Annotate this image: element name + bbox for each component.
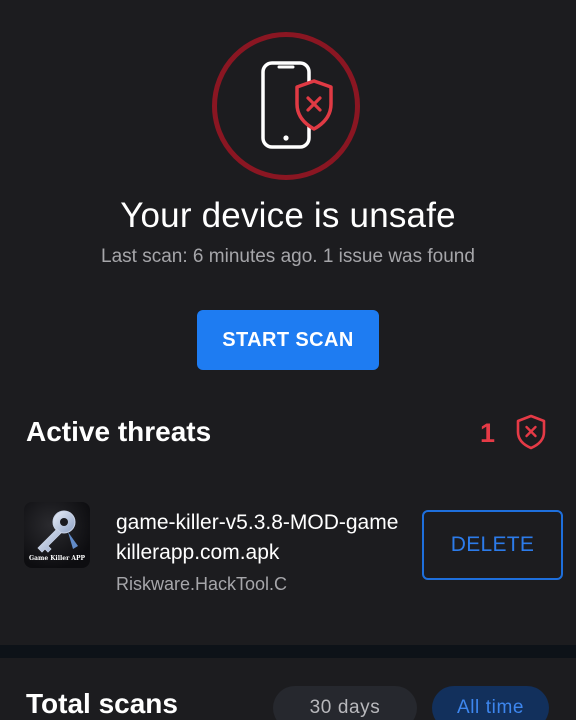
filter-30-days[interactable]: 30 days <box>273 686 417 720</box>
active-threats-title: Active threats <box>26 416 212 447</box>
threat-file-name: game-killer-v5.3.8-MOD-gamekillerapp.com… <box>116 511 399 564</box>
threat-type: Riskware.HackTool.C <box>116 574 288 594</box>
app-icon-caption: Game Killer APP <box>28 555 86 562</box>
security-app-screen: Your device is unsafe Last scan: 6 minut… <box>0 0 576 720</box>
threat-count: 1 <box>480 418 496 448</box>
section-divider <box>0 645 576 658</box>
total-scans-title: Total scans <box>26 688 178 719</box>
filter-all-time[interactable]: All time <box>432 686 549 720</box>
start-scan-button[interactable]: START SCAN <box>197 310 379 370</box>
status-title: Your device is unsafe <box>120 196 456 235</box>
game-killer-app-icon: Game Killer APP <box>24 502 90 568</box>
last-scan-text: Last scan: 6 minutes ago. 1 issue was fo… <box>101 246 475 267</box>
phone-shield-x-icon <box>261 61 333 149</box>
shield-x-icon <box>516 414 546 450</box>
delete-button[interactable]: DELETE <box>422 510 563 580</box>
status-ring <box>212 32 360 180</box>
